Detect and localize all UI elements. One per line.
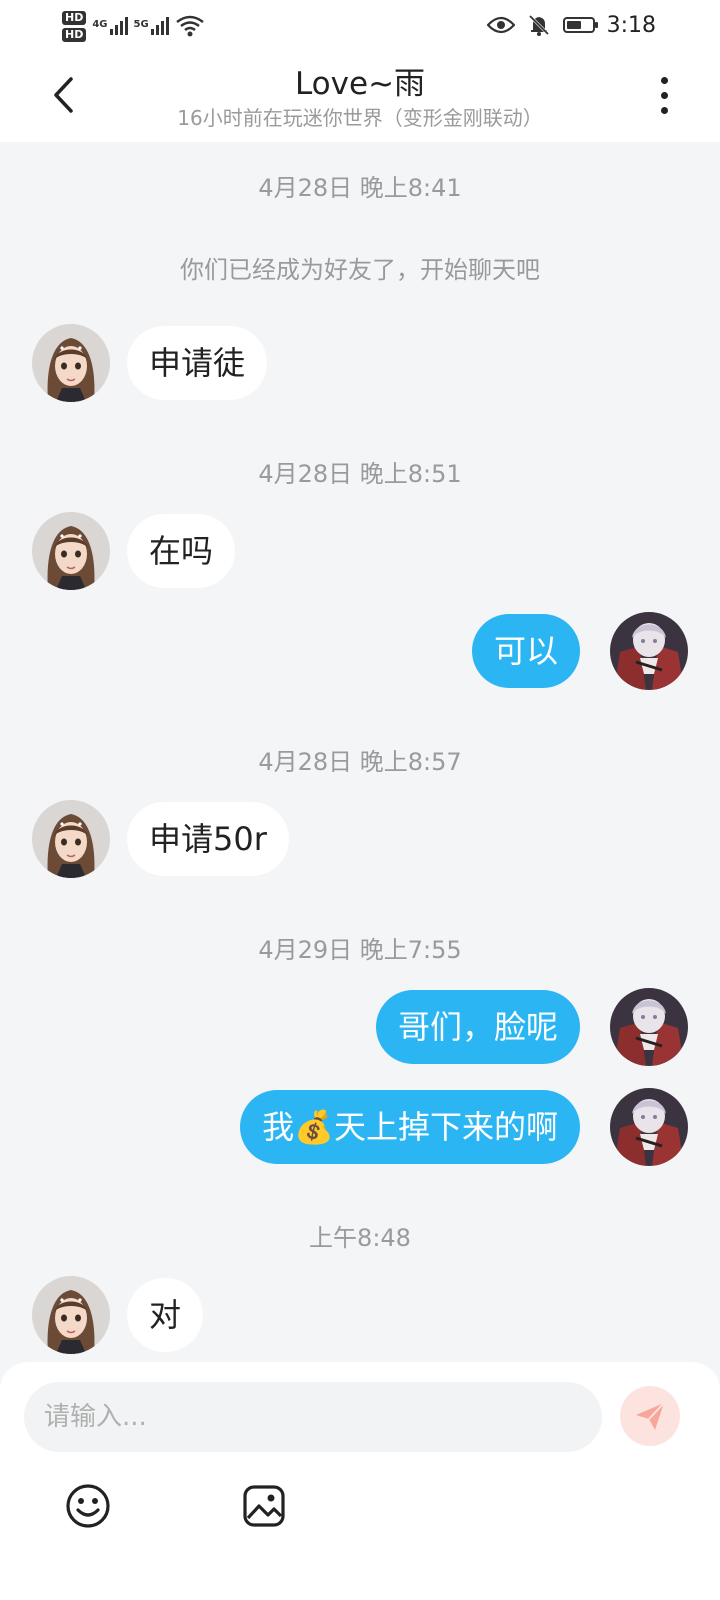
clock: 3:18 [606, 12, 656, 38]
status-bar: HD HD 4G 5G 3:18 [0, 0, 720, 52]
timestamp: 上午8:48 [309, 1224, 411, 1252]
hd-indicators: HD HD [62, 10, 87, 42]
message-bubble[interactable]: 我💰天上掉下来的啊 [240, 1090, 580, 1164]
message-outgoing: 可以 [0, 612, 720, 692]
emoji-icon [66, 1484, 110, 1528]
message-list[interactable]: 4月28日 晚上8:41 你们已经成为好友了，开始聊天吧 申请徒 4月28日 晚… [0, 142, 720, 1392]
send-icon [636, 1402, 665, 1430]
status-right: 3:18 [486, 10, 656, 40]
signal-4g-icon: 4G [92, 17, 128, 35]
message-incoming: 对 [0, 1276, 720, 1356]
message-incoming: 申请徒 [0, 324, 720, 404]
contact-name: Love~雨 [294, 66, 426, 102]
message-incoming: 申请50r [0, 800, 720, 880]
system-message: 你们已经成为好友了，开始聊天吧 [180, 256, 540, 284]
wifi-icon [175, 15, 204, 37]
message-outgoing: 我💰天上掉下来的啊 [0, 1088, 720, 1168]
timestamp: 4月28日 晚上8:51 [258, 460, 462, 488]
message-incoming: 在吗 [0, 512, 720, 592]
more-options-button[interactable] [644, 72, 684, 118]
contact-avatar[interactable] [32, 1276, 110, 1354]
my-avatar[interactable] [610, 1088, 688, 1166]
message-bubble[interactable]: 哥们，脸呢 [375, 990, 580, 1064]
contact-avatar[interactable] [32, 512, 110, 590]
contact-avatar[interactable] [32, 324, 110, 402]
chat-header: Love~雨 16小时前在玩迷你世界（变形金刚联动） [0, 52, 720, 142]
message-bubble[interactable]: 申请徒 [127, 326, 268, 400]
composer [0, 1362, 720, 1600]
message-bubble[interactable]: 可以 [471, 614, 580, 688]
eye-icon [486, 16, 515, 34]
timestamp: 4月29日 晚上7:55 [258, 936, 462, 964]
my-avatar[interactable] [610, 988, 688, 1066]
hd-indicator-2: HD [62, 27, 87, 42]
message-input-container[interactable] [24, 1382, 602, 1452]
message-bubble[interactable]: 对 [127, 1278, 204, 1352]
hd-indicator-1: HD [62, 10, 87, 25]
status-left: HD HD 4G 5G [62, 6, 205, 46]
bell-muted-icon [528, 14, 549, 36]
signal-5g-icon: 5G [134, 17, 169, 35]
timestamp: 4月28日 晚上8:57 [258, 748, 462, 776]
message-bubble[interactable]: 在吗 [127, 514, 236, 588]
contact-status: 16小时前在玩迷你世界（变形金刚联动） [177, 106, 543, 130]
battery-icon [562, 17, 598, 33]
send-button[interactable] [620, 1386, 680, 1446]
message-outgoing: 哥们，脸呢 [0, 988, 720, 1068]
my-avatar[interactable] [610, 612, 688, 690]
message-bubble[interactable]: 申请50r [127, 802, 289, 876]
contact-avatar[interactable] [32, 800, 110, 878]
more-dots-icon [660, 76, 668, 84]
image-button[interactable] [240, 1482, 288, 1530]
timestamp: 4月28日 晚上8:41 [258, 174, 462, 202]
image-icon [243, 1485, 285, 1527]
message-input[interactable] [24, 1382, 602, 1452]
emoji-button[interactable] [64, 1482, 112, 1530]
